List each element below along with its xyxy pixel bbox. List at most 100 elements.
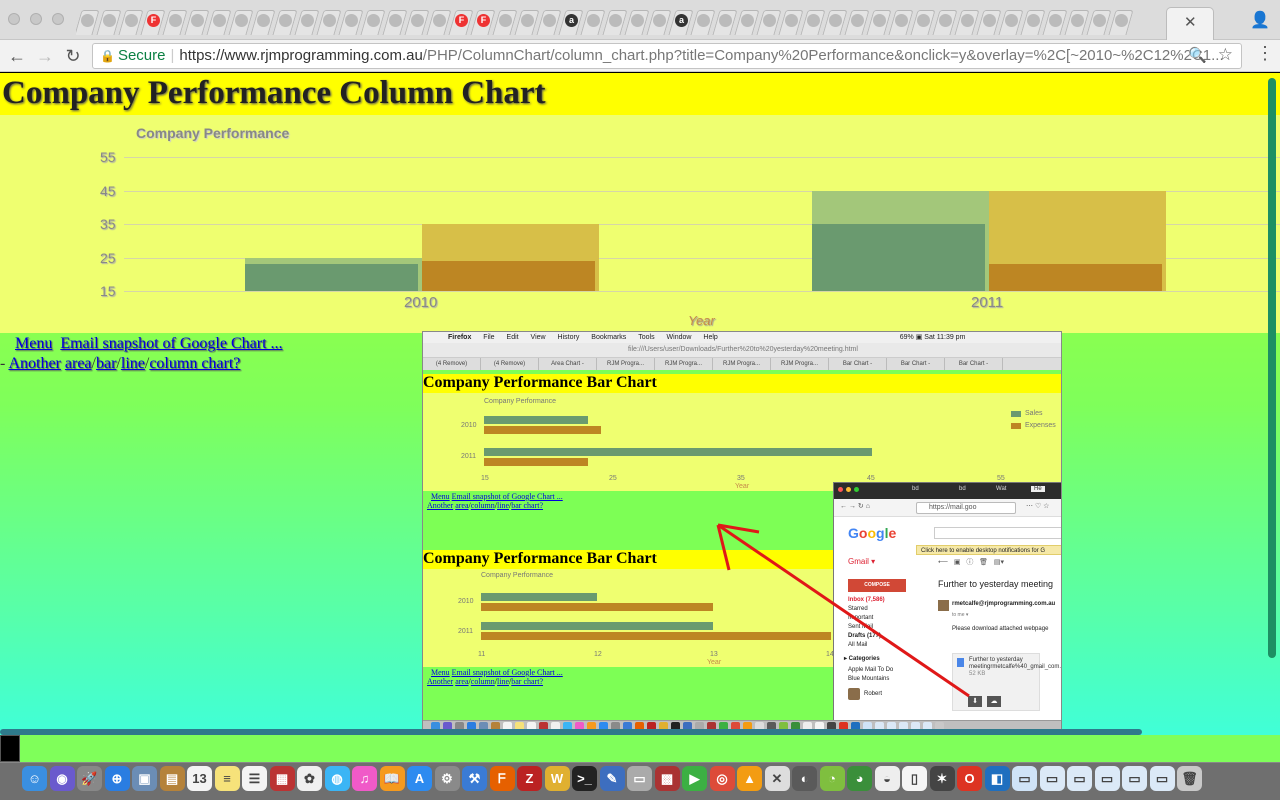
browser-tab[interactable] <box>208 7 230 35</box>
close-window-button[interactable] <box>8 13 20 25</box>
browser-tab[interactable] <box>164 7 186 35</box>
browser-tab[interactable] <box>318 7 340 35</box>
calendar-icon[interactable]: 13 <box>187 766 212 791</box>
browser-tab[interactable]: F <box>450 7 472 35</box>
document-icon[interactable]: ▯ <box>902 766 927 791</box>
browser-tab[interactable] <box>714 7 736 35</box>
another-link[interactable]: Another <box>8 355 60 372</box>
browser-tab[interactable] <box>824 7 846 35</box>
reminders-icon[interactable]: ☰ <box>242 766 267 791</box>
browser-tab[interactable] <box>626 7 648 35</box>
photo-tool-icon[interactable]: ▩ <box>654 766 680 791</box>
close-tab-icon[interactable]: ✕ <box>1184 13 1197 31</box>
preview-icon[interactable]: ▣ <box>132 766 157 791</box>
browser-tab[interactable] <box>120 7 142 35</box>
launchpad-icon[interactable]: 🚀 <box>77 766 102 791</box>
tool-icon[interactable]: ✕ <box>764 766 790 791</box>
minimize-window-button[interactable] <box>30 13 42 25</box>
browser-tab[interactable] <box>802 7 824 35</box>
folder2-icon[interactable]: ▭ <box>1039 766 1065 791</box>
browser-tab[interactable] <box>758 7 780 35</box>
browser-tab[interactable] <box>604 7 626 35</box>
browser-tab[interactable]: a <box>670 7 692 35</box>
terminal-icon[interactable]: >_ <box>572 766 597 791</box>
textwrangler-icon[interactable]: ✎ <box>599 766 625 791</box>
folder5-icon[interactable]: ▭ <box>1122 766 1147 791</box>
browser-tab[interactable] <box>274 7 296 35</box>
bar-chart-link[interactable]: bar <box>96 355 116 372</box>
browser-tab[interactable] <box>868 7 890 35</box>
browser-tab[interactable] <box>428 7 450 35</box>
chart-bar[interactable] <box>989 264 1162 291</box>
vscode-icon[interactable]: ◧ <box>984 766 1010 791</box>
bookmark-star-icon[interactable]: ☆ <box>1218 44 1233 67</box>
browser-tab[interactable] <box>1022 7 1044 35</box>
browser-tab[interactable] <box>1110 7 1132 35</box>
browser-tab[interactable] <box>252 7 274 35</box>
line-chart-link[interactable]: line <box>121 355 145 372</box>
browser-tab[interactable] <box>1066 7 1088 35</box>
browser-tab[interactable] <box>230 7 252 35</box>
notes-icon[interactable]: ≡ <box>214 766 240 791</box>
reload-button[interactable]: ↻ <box>61 44 85 68</box>
browser-tab[interactable] <box>934 7 956 35</box>
browser-tab[interactable] <box>1088 7 1110 35</box>
browser-menu-icon[interactable]: ⋮ <box>1256 43 1274 64</box>
browser-tab[interactable] <box>1044 7 1066 35</box>
finder-icon[interactable]: ☺ <box>22 766 47 791</box>
browser-tab[interactable]: F <box>472 7 494 35</box>
vlc-icon[interactable]: ▲ <box>737 766 762 791</box>
browser-tab[interactable] <box>362 7 384 35</box>
browser-tab[interactable] <box>582 7 604 35</box>
github-icon[interactable]: ◒ <box>874 766 900 791</box>
chart-bar[interactable] <box>422 260 595 291</box>
browser-tab[interactable] <box>912 7 934 35</box>
back-button[interactable]: ← <box>5 44 29 68</box>
safari-icon[interactable]: ⊕ <box>104 766 130 791</box>
chart-bar[interactable] <box>812 224 985 291</box>
browser-tab[interactable] <box>890 7 912 35</box>
messages-icon[interactable]: ◍ <box>324 766 350 791</box>
opera-icon[interactable]: O <box>957 766 982 791</box>
scanner-icon[interactable]: ▭ <box>627 766 652 791</box>
browser-tab[interactable]: F <box>142 7 164 35</box>
bbedit-icon[interactable]: W <box>544 766 570 791</box>
cat-icon[interactable]: ✶ <box>929 766 955 791</box>
zoom-window-button[interactable] <box>52 13 64 25</box>
spotlight-icon[interactable]: ◐ <box>792 766 817 791</box>
ibooks-icon[interactable]: 📖 <box>379 766 405 791</box>
xcode-icon[interactable]: ⚒ <box>462 766 487 791</box>
browser-tab[interactable] <box>692 7 714 35</box>
forward-button[interactable]: → <box>33 44 57 68</box>
browser-tab[interactable] <box>186 7 208 35</box>
active-tab[interactable]: ✕ <box>1166 7 1214 40</box>
chart-bar[interactable] <box>245 264 418 291</box>
browser-tab[interactable] <box>384 7 406 35</box>
browser-tab[interactable] <box>978 7 1000 35</box>
browser-tab[interactable] <box>1000 7 1022 35</box>
browser-tab[interactable] <box>538 7 560 35</box>
chrome-icon[interactable]: ◎ <box>709 766 735 791</box>
trash-icon[interactable]: 🗑 <box>1177 766 1202 791</box>
browser-tab[interactable] <box>846 7 868 35</box>
column-chart-link[interactable]: column chart? <box>149 355 240 372</box>
browser-tab[interactable] <box>648 7 670 35</box>
column-chart[interactable]: Company Performance 55 45 35 25 15 2010 2011 Y… <box>0 115 1280 333</box>
facetime-icon[interactable]: ▶ <box>682 766 707 791</box>
browser-tab[interactable] <box>340 7 362 35</box>
folder3-icon[interactable]: ▭ <box>1067 766 1092 791</box>
email-snapshot-link[interactable]: Email snapshot of Google Chart ... <box>60 335 282 352</box>
browser-tab[interactable] <box>98 7 120 35</box>
browser-tab[interactable] <box>956 7 978 35</box>
app-store-icon[interactable]: A <box>407 766 432 791</box>
browser-tab[interactable] <box>516 7 538 35</box>
photo-booth-icon[interactable]: ▦ <box>269 766 295 791</box>
area-chart-link[interactable]: area <box>65 355 92 372</box>
system-prefs-icon[interactable]: ⚙ <box>434 766 460 791</box>
browser-tab[interactable] <box>296 7 318 35</box>
browser-tab[interactable]: a <box>560 7 582 35</box>
folder6-icon[interactable]: ▭ <box>1149 766 1175 791</box>
profile-icon[interactable]: 👤 <box>1250 10 1270 30</box>
browser-tab[interactable] <box>736 7 758 35</box>
vertical-scrollbar[interactable] <box>1268 78 1276 658</box>
